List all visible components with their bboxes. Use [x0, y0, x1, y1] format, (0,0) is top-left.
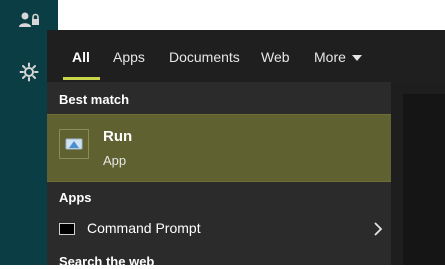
tab-more-label: More	[314, 49, 346, 65]
run-icon	[59, 129, 89, 159]
results-list: Best match Run App Apps Command Prompt S…	[47, 82, 391, 269]
best-match-item[interactable]: Run App	[47, 114, 391, 182]
tab-all[interactable]: All	[72, 46, 90, 68]
list-item-label: Command Prompt	[87, 220, 201, 236]
preview-content	[403, 94, 445, 265]
tab-more[interactable]: More	[314, 46, 362, 68]
search-panel: All Apps Documents Web More Best match R…	[47, 30, 445, 269]
section-search-web: Search the web	[59, 254, 155, 269]
caret-down-icon	[351, 55, 362, 62]
top-white-strip	[58, 0, 445, 28]
section-apps: Apps	[59, 190, 92, 205]
command-prompt-icon	[59, 223, 75, 235]
list-item[interactable]: Command Prompt	[47, 214, 391, 244]
section-best-match: Best match	[59, 92, 130, 107]
active-tab-indicator	[63, 77, 100, 80]
preview-pane	[391, 82, 445, 265]
chevron-right-icon[interactable]	[373, 221, 383, 242]
tab-bar: All Apps Documents Web More	[47, 30, 445, 82]
tab-documents[interactable]: Documents	[169, 46, 240, 68]
tab-web[interactable]: Web	[261, 46, 290, 68]
tab-apps[interactable]: Apps	[113, 46, 145, 68]
best-match-title: Run	[103, 128, 133, 145]
best-match-subtitle: App	[103, 153, 127, 168]
